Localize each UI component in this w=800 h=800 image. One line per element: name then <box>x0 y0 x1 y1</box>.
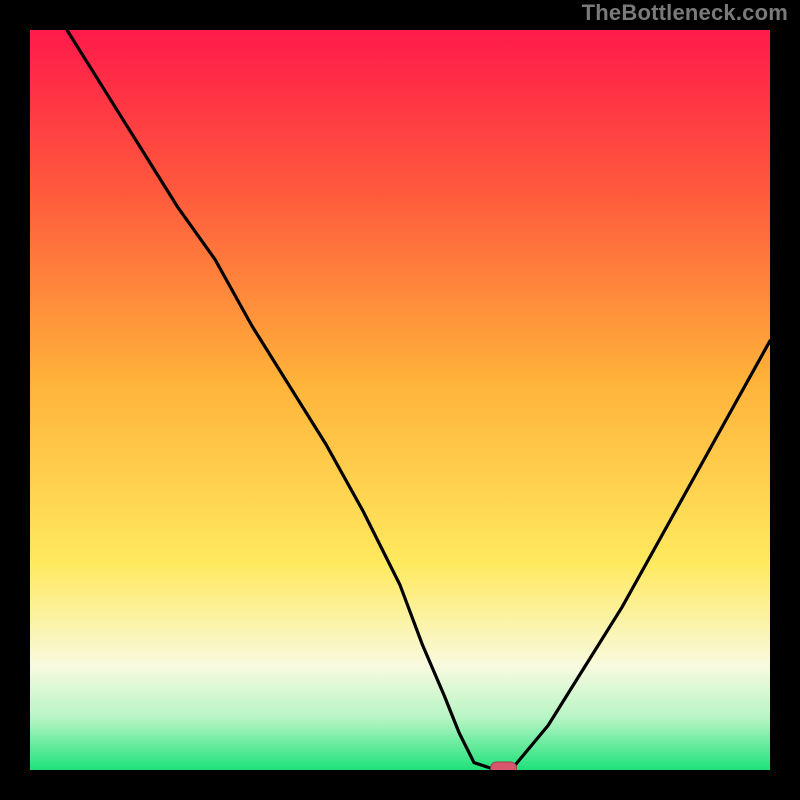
plot-area <box>30 30 770 770</box>
gradient-background <box>30 30 770 770</box>
chart-frame: TheBottleneck.com <box>0 0 800 800</box>
optimal-marker <box>491 762 517 770</box>
plot-svg <box>30 30 770 770</box>
watermark-text: TheBottleneck.com <box>582 0 788 26</box>
